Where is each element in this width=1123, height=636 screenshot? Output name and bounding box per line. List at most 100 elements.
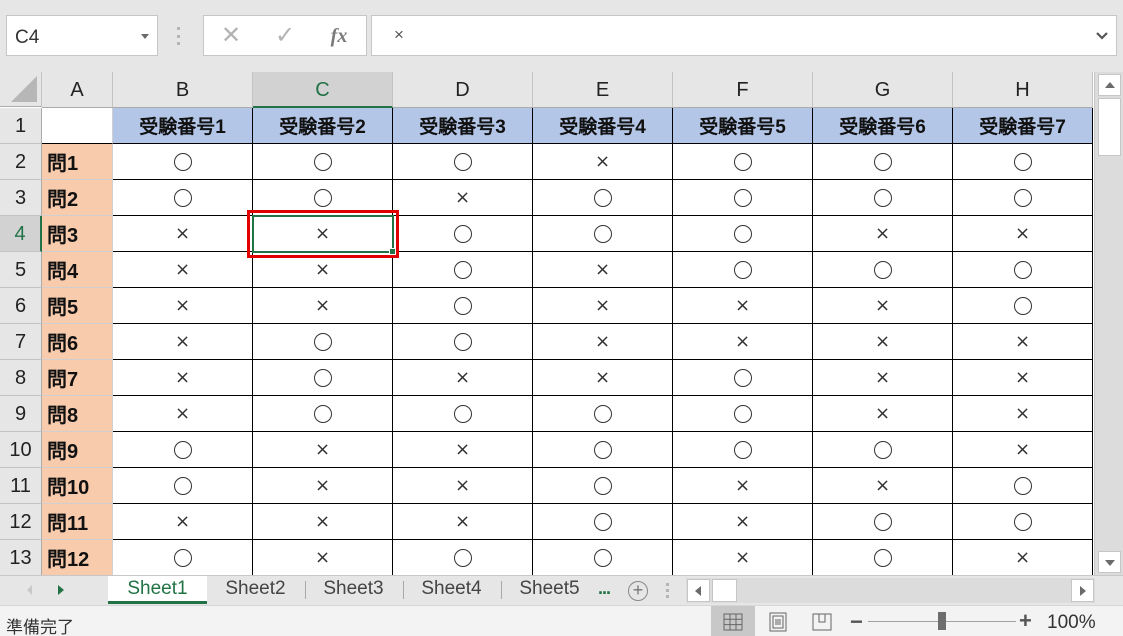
- answer-cell[interactable]: [533, 396, 673, 432]
- sheet-tab-sheet3[interactable]: Sheet3: [305, 576, 402, 604]
- row-header-9[interactable]: 9: [0, 396, 42, 432]
- answer-cell[interactable]: ×: [393, 504, 533, 540]
- column-header-f[interactable]: F: [673, 72, 813, 108]
- horizontal-scrollbar[interactable]: [686, 578, 1095, 603]
- sheet-tab-sheet4[interactable]: Sheet4: [403, 576, 500, 604]
- answer-cell[interactable]: [393, 288, 533, 324]
- answer-cell[interactable]: ×: [533, 144, 673, 180]
- answer-cell[interactable]: [113, 468, 253, 504]
- answer-cell[interactable]: ×: [253, 540, 393, 575]
- answer-cell[interactable]: ×: [813, 468, 953, 504]
- answer-cell[interactable]: [253, 360, 393, 396]
- chevron-down-icon[interactable]: [141, 34, 149, 39]
- row-header-2[interactable]: 2: [0, 144, 42, 180]
- answer-cell[interactable]: ×: [813, 396, 953, 432]
- row-header-11[interactable]: 11: [0, 468, 42, 504]
- row-header-5[interactable]: 5: [0, 252, 42, 288]
- answer-cell[interactable]: ×: [813, 360, 953, 396]
- column-header-h[interactable]: H: [953, 72, 1093, 108]
- answer-cell[interactable]: [533, 468, 673, 504]
- answer-cell[interactable]: ×: [113, 360, 253, 396]
- column-header-a[interactable]: A: [42, 72, 113, 108]
- answer-cell[interactable]: ×: [533, 252, 673, 288]
- question-label-cell[interactable]: 問2: [42, 180, 113, 216]
- row-header-8[interactable]: 8: [0, 360, 42, 396]
- answer-cell[interactable]: [953, 180, 1093, 216]
- answer-cell[interactable]: ×: [813, 216, 953, 252]
- answer-cell[interactable]: [393, 396, 533, 432]
- header-cell[interactable]: 受験番号4: [533, 108, 673, 144]
- question-label-cell[interactable]: 問4: [42, 252, 113, 288]
- answer-cell[interactable]: ×: [953, 360, 1093, 396]
- row-header-10[interactable]: 10: [0, 432, 42, 468]
- question-label-cell[interactable]: 問1: [42, 144, 113, 180]
- tab-split-grip-icon[interactable]: [666, 583, 669, 598]
- row-header-6[interactable]: 6: [0, 288, 42, 324]
- answer-cell[interactable]: [813, 504, 953, 540]
- answer-cell[interactable]: [673, 396, 813, 432]
- answer-cell[interactable]: [953, 252, 1093, 288]
- select-all-button[interactable]: [0, 72, 42, 107]
- answer-cell[interactable]: [113, 540, 253, 575]
- cancel-icon[interactable]: ✕: [216, 22, 246, 50]
- answer-cell[interactable]: [253, 324, 393, 360]
- answer-cell[interactable]: ×: [813, 324, 953, 360]
- answer-cell[interactable]: [533, 432, 673, 468]
- answer-cell[interactable]: ×: [253, 216, 393, 252]
- answer-cell[interactable]: [393, 252, 533, 288]
- column-header-c[interactable]: C: [253, 72, 393, 108]
- answer-cell[interactable]: ×: [253, 468, 393, 504]
- header-cell[interactable]: 受験番号7: [953, 108, 1093, 144]
- formula-bar-grip-icon[interactable]: [176, 27, 180, 45]
- question-label-cell[interactable]: 問8: [42, 396, 113, 432]
- expand-formula-bar-icon[interactable]: [1096, 30, 1108, 42]
- header-cell[interactable]: 受験番号5: [673, 108, 813, 144]
- page-break-view-button[interactable]: [800, 606, 844, 636]
- answer-cell[interactable]: [533, 504, 673, 540]
- row-header-1[interactable]: 1: [0, 108, 42, 144]
- question-label-cell[interactable]: 問7: [42, 360, 113, 396]
- answer-cell[interactable]: [813, 432, 953, 468]
- answer-cell[interactable]: ×: [533, 360, 673, 396]
- answer-cell[interactable]: ×: [533, 324, 673, 360]
- answer-cell[interactable]: [113, 432, 253, 468]
- row-header-3[interactable]: 3: [0, 180, 42, 216]
- answer-cell[interactable]: ×: [813, 288, 953, 324]
- answer-cell[interactable]: [813, 144, 953, 180]
- add-sheet-icon[interactable]: +: [628, 581, 648, 601]
- answer-cell[interactable]: [673, 252, 813, 288]
- question-label-cell[interactable]: 問10: [42, 468, 113, 504]
- answer-cell[interactable]: [813, 180, 953, 216]
- answer-cell[interactable]: ×: [953, 432, 1093, 468]
- question-label-cell[interactable]: 問11: [42, 504, 113, 540]
- answer-cell[interactable]: [113, 144, 253, 180]
- answer-cell[interactable]: ×: [253, 504, 393, 540]
- answer-cell[interactable]: ×: [113, 252, 253, 288]
- next-sheet-icon[interactable]: [58, 585, 64, 595]
- column-header-e[interactable]: E: [533, 72, 673, 108]
- scroll-right-button[interactable]: [1071, 579, 1094, 602]
- answer-cell[interactable]: [533, 540, 673, 575]
- spreadsheet-grid[interactable]: A B C D E F G H 1 受験番号1 受験番号2 受験番号3 受験番号4 受験番号5 受験番号6 受…: [0, 72, 1094, 575]
- answer-cell[interactable]: ×: [113, 324, 253, 360]
- answer-cell[interactable]: ×: [673, 468, 813, 504]
- vertical-scroll-thumb[interactable]: [1098, 98, 1121, 156]
- answer-cell[interactable]: ×: [253, 432, 393, 468]
- answer-cell[interactable]: [533, 216, 673, 252]
- scroll-up-button[interactable]: [1098, 74, 1121, 96]
- answer-cell[interactable]: ×: [393, 360, 533, 396]
- answer-cell[interactable]: ×: [113, 504, 253, 540]
- answer-cell[interactable]: [533, 180, 673, 216]
- answer-cell[interactable]: [673, 216, 813, 252]
- more-sheets-button[interactable]: ...: [598, 578, 611, 599]
- answer-cell[interactable]: ×: [673, 324, 813, 360]
- zoom-in-button[interactable]: +: [1019, 608, 1032, 634]
- insert-function-icon[interactable]: fx: [324, 22, 354, 50]
- answer-cell[interactable]: ×: [953, 216, 1093, 252]
- row-header-4[interactable]: 4: [0, 216, 42, 252]
- normal-view-button[interactable]: [711, 606, 755, 636]
- answer-cell[interactable]: [953, 288, 1093, 324]
- answer-cell[interactable]: ×: [113, 288, 253, 324]
- vertical-scrollbar[interactable]: [1094, 72, 1123, 575]
- header-cell[interactable]: 受験番号6: [813, 108, 953, 144]
